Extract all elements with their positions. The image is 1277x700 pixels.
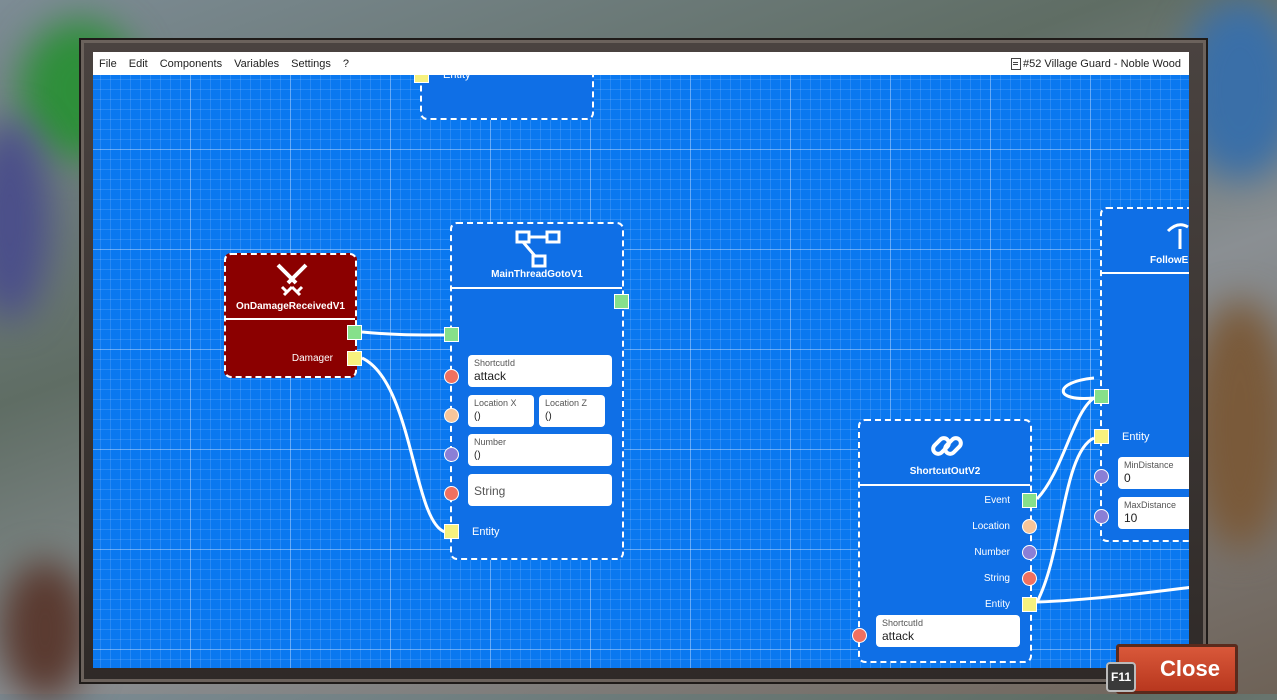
field-value: 10 — [1124, 511, 1138, 525]
string-output-label: String — [983, 573, 1010, 584]
field-label: MaxDistance — [1124, 500, 1177, 510]
number-input-dot[interactable] — [444, 447, 459, 462]
max-distance-dot[interactable] — [1094, 509, 1109, 524]
field-value: () — [474, 450, 481, 461]
number-output-dot[interactable] — [1022, 545, 1037, 560]
node-title: FollowE — [1150, 255, 1189, 266]
field-label: Location Z — [545, 398, 588, 408]
background-scenery — [0, 120, 50, 320]
entity-label: Entity — [472, 526, 500, 538]
location-x-field[interactable]: Location X () — [468, 395, 534, 427]
crossed-swords-icon — [276, 263, 308, 297]
next-output-port[interactable] — [614, 294, 629, 309]
string-field[interactable]: String — [468, 474, 612, 506]
string-input-dot[interactable] — [444, 486, 459, 501]
menu-file[interactable]: File — [93, 58, 123, 70]
node-follow[interactable]: FollowE Entity MinDistance 0 MaxDistance… — [1094, 207, 1189, 542]
node-divider — [452, 287, 622, 289]
location-output-dot[interactable] — [1022, 519, 1037, 534]
number-output-label: Number — [974, 547, 1010, 558]
entity-output-label: Entity — [984, 599, 1010, 610]
location-input-dot[interactable] — [444, 408, 459, 423]
field-label: MinDistance — [1124, 460, 1174, 470]
menu-components[interactable]: Components — [154, 58, 228, 70]
field-label: ShortcutId — [474, 358, 516, 368]
menu-help[interactable]: ? — [337, 58, 355, 70]
follow-icon — [1166, 223, 1189, 249]
field-label: ShortcutId — [882, 618, 924, 628]
node-divider — [860, 484, 1030, 486]
shortcut-input-dot[interactable] — [444, 369, 459, 384]
menu-edit[interactable]: Edit — [123, 58, 154, 70]
event-input-port[interactable] — [1094, 389, 1109, 404]
location-output-label: Location — [972, 521, 1010, 532]
field-label: Location X — [474, 398, 517, 408]
node-divider — [1102, 272, 1189, 274]
event-output-port[interactable] — [1022, 493, 1037, 508]
number-field[interactable]: Number () — [468, 434, 612, 466]
event-output-label: Event — [984, 495, 1010, 506]
entity-input-port[interactable] — [1094, 429, 1109, 444]
flow-branch-icon — [515, 230, 561, 268]
field-value: 0 — [1124, 471, 1131, 485]
string-output-dot[interactable] — [1022, 571, 1037, 586]
entity-output-port[interactable] — [1022, 597, 1037, 612]
damager-label: Damager — [291, 353, 333, 364]
background-scenery — [0, 560, 90, 700]
shortcut-id-field[interactable]: ShortcutId attack — [468, 355, 612, 387]
node-divider — [226, 318, 355, 320]
menu-variables[interactable]: Variables — [228, 58, 285, 70]
node-title: ShortcutOutV2 — [909, 466, 981, 477]
field-value: () — [545, 411, 552, 422]
shortcut-id-field[interactable]: ShortcutId attack — [876, 615, 1020, 647]
node-main-thread-goto[interactable]: MainThreadGotoV1 ShortcutId attack Locat… — [444, 222, 629, 560]
node-title: OnDamageReceivedV1 — [236, 301, 345, 312]
max-distance-field[interactable]: MaxDistance 10 — [1118, 497, 1189, 529]
node-title: MainThreadGotoV1 — [491, 269, 583, 280]
entity-label: Entity — [1122, 431, 1150, 443]
menu-bar: File Edit Components Variables Settings … — [93, 52, 1189, 75]
entity-input-port[interactable] — [444, 524, 459, 539]
node-editor-canvas[interactable]: Entity OnDamageReceivedV1 Damager MainTh… — [93, 52, 1189, 668]
link-chain-icon — [931, 436, 963, 456]
menu-settings[interactable]: Settings — [285, 58, 337, 70]
node-shortcut-out[interactable]: ShortcutOutV2 Event Location Number Stri… — [852, 419, 1037, 663]
field-value: String — [474, 484, 506, 498]
field-value: attack — [882, 629, 915, 643]
node-on-damage-received[interactable]: OnDamageReceivedV1 Damager — [224, 253, 362, 378]
close-button-label: Close — [1160, 656, 1220, 681]
field-label: Number — [474, 437, 507, 447]
document-title: #52 Village Guard - Noble Wood — [1011, 57, 1189, 70]
f11-key-label: F11 — [1110, 670, 1131, 684]
event-output-port[interactable] — [347, 325, 362, 340]
field-value: attack — [474, 369, 507, 383]
document-icon — [1011, 57, 1022, 70]
f11-key-badge: F11 — [1106, 662, 1136, 692]
location-z-field[interactable]: Location Z () — [539, 395, 605, 427]
min-distance-dot[interactable] — [1094, 469, 1109, 484]
damager-output-port[interactable] — [347, 351, 362, 366]
event-input-port[interactable] — [444, 327, 459, 342]
shortcut-input-dot[interactable] — [852, 628, 867, 643]
min-distance-field[interactable]: MinDistance 0 — [1118, 457, 1189, 489]
document-title-text: #52 Village Guard - Noble Wood — [1023, 57, 1181, 70]
field-value: () — [474, 411, 481, 422]
